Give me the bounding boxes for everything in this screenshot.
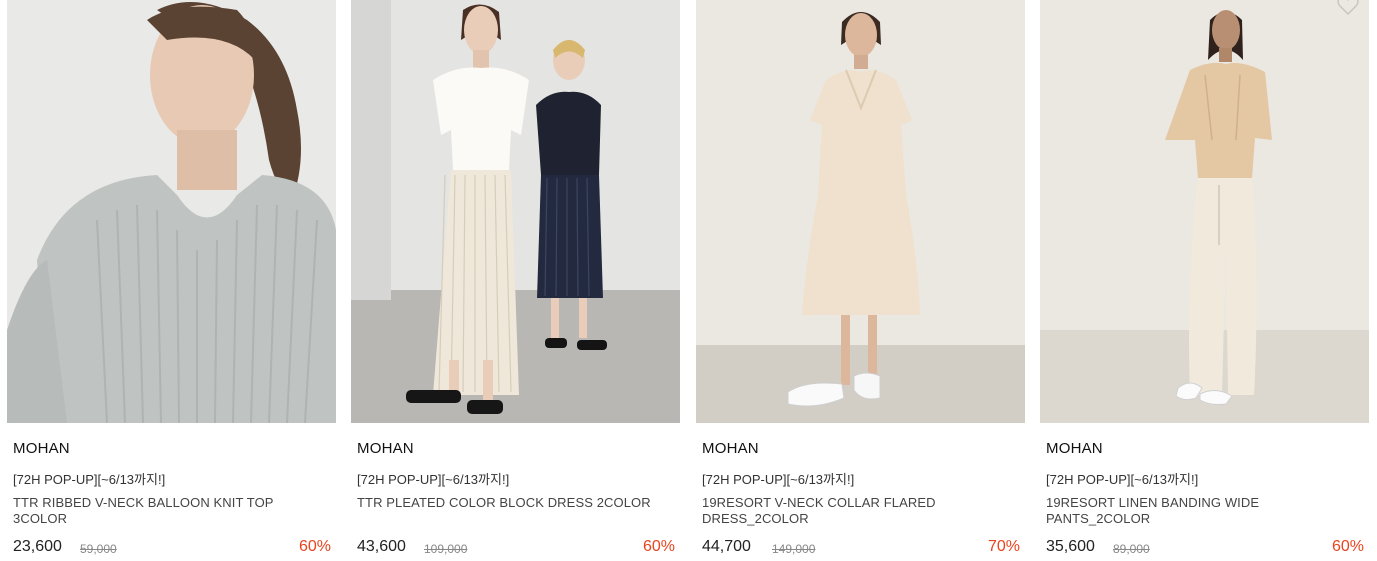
pleated-dress-two-models-photo: [351, 0, 680, 423]
discount-rate: 60%: [298, 538, 331, 555]
product-image[interactable]: [7, 0, 336, 423]
beige-flared-dress-photo: [696, 0, 1025, 423]
product-image[interactable]: [351, 0, 680, 423]
promo-label: [72H POP-UP][~6/13까지!]: [702, 472, 855, 487]
brand-name[interactable]: MOHAN: [1046, 440, 1103, 457]
brand-name[interactable]: MOHAN: [702, 440, 759, 457]
promo-label: [72H POP-UP][~6/13까지!]: [357, 472, 510, 487]
price-row: 43,600 109,000 60%: [357, 538, 680, 558]
discount-rate: 70%: [987, 538, 1020, 555]
product-grid: MOHAN [72H POP-UP][~6/13까지!] TTR RIBBED …: [0, 0, 1377, 561]
product-name[interactable]: TTR PLEATED COLOR BLOCK DRESS 2COLOR: [357, 495, 675, 511]
original-price: 149,000: [772, 542, 816, 556]
sale-price: 35,600: [1046, 538, 1095, 555]
product-name[interactable]: 19RESORT LINEN BANDING WIDE PANTS_2COLOR: [1046, 495, 1364, 527]
product-image[interactable]: [696, 0, 1025, 423]
discount-rate: 60%: [1331, 538, 1364, 555]
original-price: 89,000: [1113, 542, 1150, 556]
original-price: 59,000: [80, 542, 117, 556]
product-name[interactable]: TTR RIBBED V-NECK BALLOON KNIT TOP 3COLO…: [13, 495, 331, 527]
wishlist-heart-icon[interactable]: [1337, 0, 1359, 16]
sale-price: 44,700: [702, 538, 751, 555]
linen-wide-pants-photo: [1040, 0, 1369, 423]
sale-price: 43,600: [357, 538, 406, 555]
price-row: 44,700 149,000 70%: [702, 538, 1025, 558]
original-price: 109,000: [424, 542, 468, 556]
product-image[interactable]: [1040, 0, 1369, 423]
product-card[interactable]: MOHAN [72H POP-UP][~6/13까지!] TTR RIBBED …: [7, 0, 336, 561]
product-name[interactable]: 19RESORT V-NECK COLLAR FLARED DRESS_2COL…: [702, 495, 1020, 527]
sale-price: 23,600: [13, 538, 62, 555]
product-card[interactable]: MOHAN [72H POP-UP][~6/13까지!] 19RESORT V-…: [696, 0, 1025, 561]
price-row: 23,600 59,000 60%: [13, 538, 336, 558]
product-card[interactable]: MOHAN [72H POP-UP][~6/13까지!] 19RESORT LI…: [1040, 0, 1369, 561]
promo-label: [72H POP-UP][~6/13까지!]: [1046, 472, 1199, 487]
discount-rate: 60%: [642, 538, 675, 555]
price-row: 35,600 89,000 60%: [1046, 538, 1369, 558]
product-card[interactable]: MOHAN [72H POP-UP][~6/13까지!] TTR PLEATED…: [351, 0, 680, 561]
promo-label: [72H POP-UP][~6/13까지!]: [13, 472, 166, 487]
brand-name[interactable]: MOHAN: [357, 440, 414, 457]
brand-name[interactable]: MOHAN: [13, 440, 70, 457]
gray-ribbed-knit-top-photo: [7, 0, 336, 423]
